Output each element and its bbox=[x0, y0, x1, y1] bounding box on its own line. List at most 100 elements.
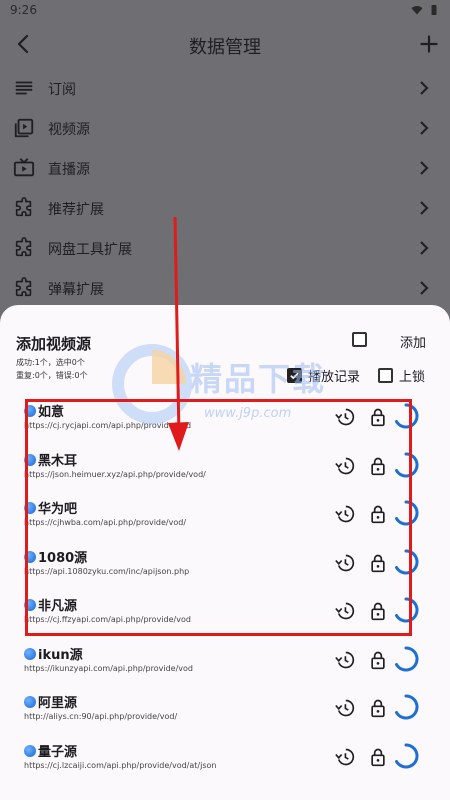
history-icon[interactable] bbox=[335, 601, 355, 621]
status-bar: 9:26 bbox=[0, 0, 450, 22]
source-url: https://api.1080zyku.com/inc/apijson.php bbox=[24, 566, 190, 576]
menu-item-label: 视频源 bbox=[48, 122, 90, 138]
chevron-right-icon bbox=[420, 121, 429, 135]
source-row[interactable]: ikun源 https://ikunzyapi.com/api.php/provi… bbox=[0, 642, 450, 691]
loading-spinner-icon bbox=[395, 500, 419, 526]
source-name: 华为吧 bbox=[38, 502, 78, 517]
source-name: ikun源 bbox=[38, 647, 83, 663]
lock-icon[interactable] bbox=[369, 650, 387, 670]
history-icon[interactable] bbox=[335, 456, 355, 476]
menu-item-label: 订阅 bbox=[48, 82, 76, 98]
live-tv-icon bbox=[13, 158, 35, 177]
source-name: 阿里源 bbox=[38, 696, 78, 711]
source-row[interactable]: 如意 https://cj.rycjapi.com/api.php/provide… bbox=[0, 399, 450, 448]
history-icon[interactable] bbox=[335, 747, 355, 767]
source-row[interactable]: 非凡源 https://cj.ffzyapi.com/api.php/provid… bbox=[0, 593, 450, 642]
stats-success: 成功:1个，选中0个 bbox=[16, 358, 85, 367]
loading-spinner-icon bbox=[395, 597, 419, 623]
source-url: https://cj.ffzyapi.com/api.php/provide/v… bbox=[24, 615, 191, 624]
status-time: 9:26 bbox=[10, 3, 37, 17]
sheet-title: 添加视频源 bbox=[16, 335, 92, 353]
loading-spinner-icon bbox=[395, 451, 419, 477]
source-row[interactable]: 1080源 https://api.1080zyku.com/inc/apijso… bbox=[0, 545, 450, 594]
menu-item-video-source[interactable]: 视频源 bbox=[0, 108, 450, 148]
chevron-right-icon bbox=[420, 241, 429, 255]
history-icon[interactable] bbox=[335, 553, 355, 573]
checkbox-box bbox=[352, 332, 367, 347]
chevron-right-icon bbox=[420, 281, 429, 295]
menu-list: 订阅 视频源 直播源 推荐扩展 网盘工具扩展 弹幕扩展 bbox=[0, 68, 450, 308]
history-icon[interactable] bbox=[335, 407, 355, 427]
menu-item-subscription[interactable]: 订阅 bbox=[0, 68, 450, 108]
source-row[interactable]: 量子源 https://cj.lzcaiji.com/api.php/provid… bbox=[0, 739, 450, 788]
chevron-right-icon bbox=[420, 81, 429, 95]
source-url: https://ikunzyapi.com/api.php/provide/vo… bbox=[24, 663, 193, 673]
history-icon[interactable] bbox=[335, 650, 355, 670]
lock-icon[interactable] bbox=[369, 456, 387, 476]
add-button[interactable]: 添加 bbox=[400, 332, 426, 351]
status-icons bbox=[411, 4, 440, 16]
source-dot-icon bbox=[24, 647, 36, 660]
page-title: 数据管理 bbox=[189, 37, 261, 58]
loading-spinner-icon bbox=[395, 694, 419, 720]
source-url: https://cj.rycjapi.com/api.php/provide/v… bbox=[24, 421, 192, 430]
loading-spinner-icon bbox=[395, 645, 419, 671]
loading-spinner-icon bbox=[395, 548, 419, 574]
lock-icon[interactable] bbox=[369, 601, 387, 621]
loading-spinner-icon bbox=[395, 403, 419, 429]
checkbox-checked-icon bbox=[287, 368, 302, 383]
menu-item-label: 直播源 bbox=[48, 162, 90, 178]
lock-checkbox[interactable]: 上锁 bbox=[378, 366, 425, 385]
video-library-icon bbox=[14, 118, 34, 138]
list-icon bbox=[15, 81, 33, 95]
source-dot-icon bbox=[24, 453, 36, 466]
source-row[interactable]: 华为吧 https://cjhwba.com/api.php/provide/vo… bbox=[0, 496, 450, 545]
chevron-right-icon bbox=[420, 161, 429, 175]
history-icon[interactable] bbox=[335, 504, 355, 524]
lock-icon[interactable] bbox=[369, 553, 387, 573]
source-dot-icon bbox=[24, 405, 36, 417]
extension-icon bbox=[15, 277, 32, 297]
lock-icon[interactable] bbox=[369, 504, 387, 524]
lock-icon[interactable] bbox=[369, 747, 387, 767]
source-name: 非凡源 bbox=[38, 599, 78, 614]
menu-item-cloud-tool-extension[interactable]: 网盘工具扩展 bbox=[0, 228, 450, 268]
source-name: 黑木耳 bbox=[38, 453, 78, 469]
lock-icon[interactable] bbox=[369, 407, 387, 427]
chevron-right-icon bbox=[420, 201, 429, 215]
app-bar: 数据管理 bbox=[0, 22, 450, 68]
battery-icon bbox=[431, 5, 437, 15]
source-name: 量子源 bbox=[38, 744, 78, 760]
source-url: https://cj.lzcaiji.com/api.php/provide/v… bbox=[24, 760, 217, 770]
extension-icon bbox=[15, 197, 32, 217]
menu-item-danmaku-extension[interactable]: 弹幕扩展 bbox=[0, 268, 450, 308]
source-row[interactable]: 黑木耳 https://json.heimuer.xyz/api.php/prov… bbox=[0, 448, 450, 497]
lock-label: 上锁 bbox=[399, 370, 426, 385]
history-icon[interactable] bbox=[335, 698, 355, 718]
source-dot-icon bbox=[24, 599, 36, 611]
source-dot-icon bbox=[24, 502, 36, 514]
import-stats: 成功:1个，选中0个 重复:0个，错误:0个 bbox=[16, 356, 88, 382]
loading-spinner-icon bbox=[395, 742, 419, 768]
add-icon[interactable] bbox=[416, 31, 442, 57]
source-dot-icon bbox=[24, 744, 36, 757]
menu-item-label: 推荐扩展 bbox=[48, 202, 104, 218]
source-url: http://aliys.cn:90/api.php/provide/vod/ bbox=[24, 712, 178, 721]
source-dot-icon bbox=[24, 550, 36, 563]
menu-item-recommend-extension[interactable]: 推荐扩展 bbox=[0, 188, 450, 228]
play-history-checkbox[interactable]: 播放记录 bbox=[287, 366, 360, 385]
source-url: https://json.heimuer.xyz/api.php/provide… bbox=[24, 469, 206, 479]
checkbox-box bbox=[378, 368, 393, 383]
lock-icon[interactable] bbox=[369, 698, 387, 718]
wifi-icon bbox=[411, 6, 423, 15]
add-source-sheet: 添加视频源 成功:1个，选中0个 重复:0个，错误:0个 添加 播放记录 上锁 … bbox=[0, 305, 450, 800]
menu-item-live-source[interactable]: 直播源 bbox=[0, 148, 450, 188]
extension-icon bbox=[15, 237, 32, 257]
menu-item-label: 弹幕扩展 bbox=[48, 282, 104, 298]
menu-item-label: 网盘工具扩展 bbox=[48, 242, 132, 258]
source-name: 如意 bbox=[38, 405, 65, 420]
source-row[interactable]: 阿里源 http://aliys.cn:90/api.php/provide/vo… bbox=[0, 690, 450, 739]
select-all-checkbox[interactable] bbox=[352, 332, 367, 347]
source-name: 1080源 bbox=[38, 550, 88, 566]
source-list: 如意 https://cj.rycjapi.com/api.php/provide… bbox=[0, 399, 450, 787]
